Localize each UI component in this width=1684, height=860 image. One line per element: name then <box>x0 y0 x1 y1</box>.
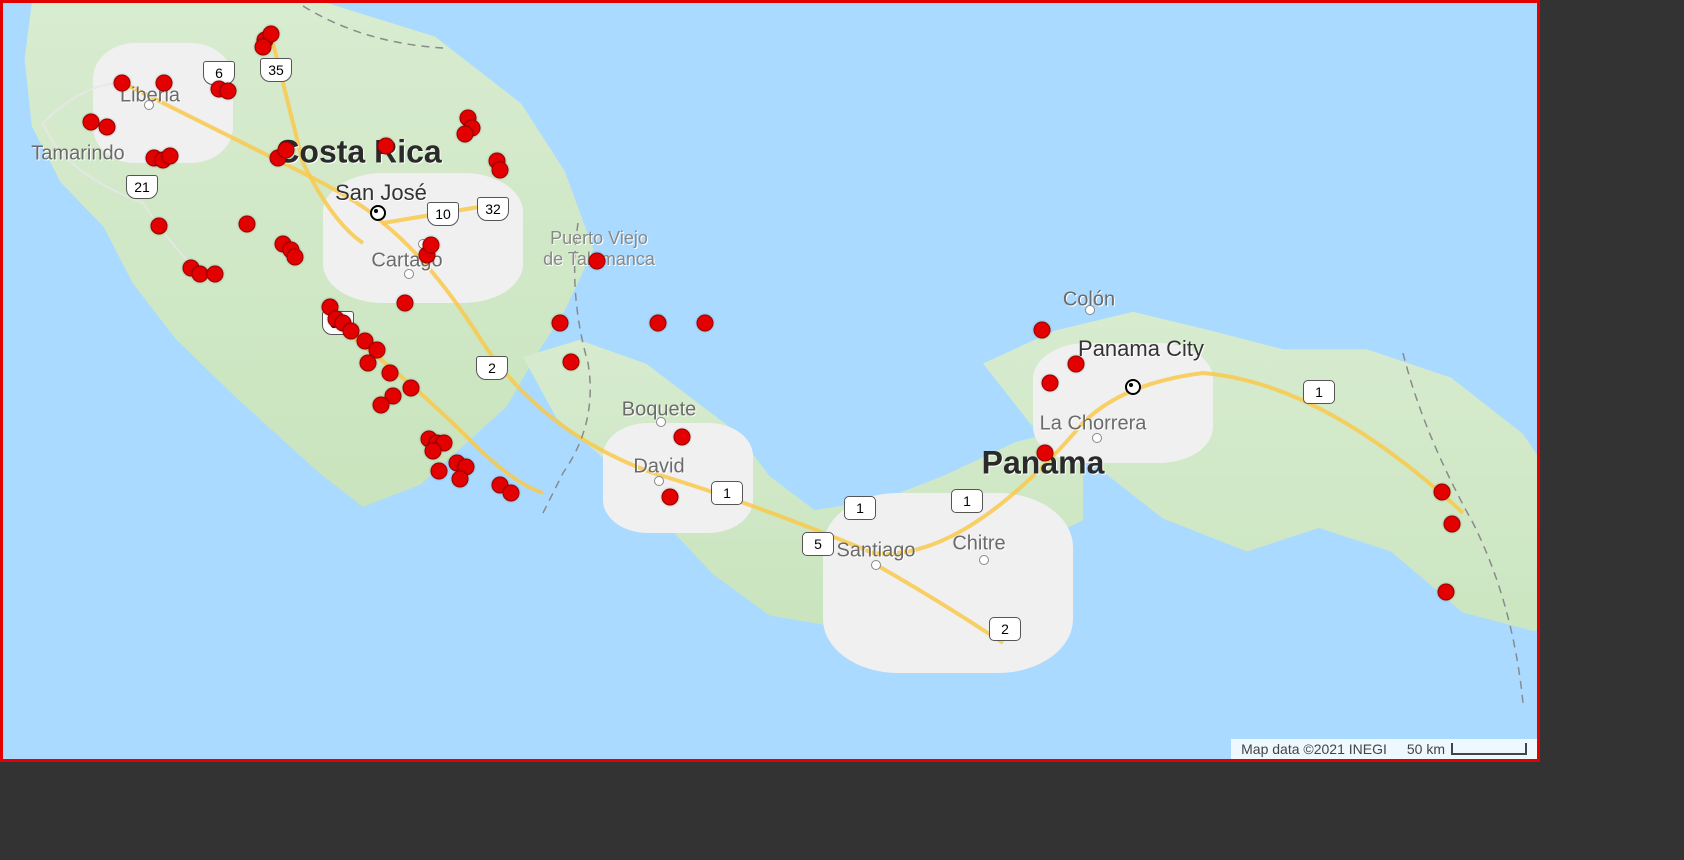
data-point[interactable] <box>162 148 179 165</box>
data-point[interactable] <box>452 471 469 488</box>
data-point[interactable] <box>403 380 420 397</box>
data-point[interactable] <box>492 162 509 179</box>
attribution-bar: Map data ©2021 INEGI 50 km <box>1231 739 1537 759</box>
place-label: Tamarindo <box>31 143 124 166</box>
data-point[interactable] <box>1434 484 1451 501</box>
data-point[interactable] <box>373 397 390 414</box>
data-point[interactable] <box>1034 322 1051 339</box>
data-point[interactable] <box>1438 584 1455 601</box>
route-shield: 1 <box>1303 380 1335 404</box>
town-marker[interactable] <box>404 269 414 279</box>
data-point[interactable] <box>220 83 237 100</box>
data-point[interactable] <box>83 114 100 131</box>
city-marker[interactable] <box>370 205 386 221</box>
route-shield: 35 <box>260 58 292 82</box>
data-point[interactable] <box>650 315 667 332</box>
data-point[interactable] <box>99 119 116 136</box>
city-label: San José <box>335 180 427 206</box>
town-marker[interactable] <box>871 560 881 570</box>
data-point[interactable] <box>423 237 440 254</box>
town-marker[interactable] <box>979 555 989 565</box>
city-marker[interactable] <box>1125 379 1141 395</box>
data-point[interactable] <box>207 266 224 283</box>
route-shield: 1 <box>951 489 983 513</box>
town-marker[interactable] <box>1092 433 1102 443</box>
data-point[interactable] <box>1444 516 1461 533</box>
data-point[interactable] <box>114 75 131 92</box>
place-label: La Chorrera <box>1040 413 1147 436</box>
data-point[interactable] <box>552 315 569 332</box>
data-point[interactable] <box>360 355 377 372</box>
route-shield: 2 <box>989 617 1021 641</box>
route-shield: 1 <box>711 481 743 505</box>
city-label: Panama City <box>1078 336 1204 362</box>
data-point[interactable] <box>697 315 714 332</box>
data-point[interactable] <box>151 218 168 235</box>
route-shield: 32 <box>477 197 509 221</box>
data-point[interactable] <box>503 485 520 502</box>
scale-bar: 50 km <box>1397 739 1537 759</box>
route-shield: 1 <box>844 496 876 520</box>
data-point[interactable] <box>156 75 173 92</box>
route-shield: 5 <box>802 532 834 556</box>
data-point[interactable] <box>674 429 691 446</box>
town-marker[interactable] <box>656 417 666 427</box>
data-point[interactable] <box>278 142 295 159</box>
data-point[interactable] <box>382 365 399 382</box>
route-shield: 2 <box>476 356 508 380</box>
scale-label: 50 km <box>1407 741 1445 757</box>
route-shield: 21 <box>126 175 158 199</box>
attribution-text[interactable]: Map data ©2021 INEGI <box>1231 739 1397 759</box>
scale-bar-line <box>1451 743 1527 755</box>
data-point[interactable] <box>255 39 272 56</box>
town-marker[interactable] <box>144 100 154 110</box>
data-point[interactable] <box>1068 356 1085 373</box>
urban-area <box>823 493 1073 673</box>
data-point[interactable] <box>378 138 395 155</box>
data-point[interactable] <box>239 216 256 233</box>
data-point[interactable] <box>457 126 474 143</box>
route-shield: 10 <box>427 202 459 226</box>
data-point[interactable] <box>425 443 442 460</box>
place-label: Chitre <box>952 533 1005 556</box>
data-point[interactable] <box>563 354 580 371</box>
data-point[interactable] <box>589 253 606 270</box>
town-marker[interactable] <box>1085 305 1095 315</box>
data-point[interactable] <box>1037 445 1054 462</box>
data-point[interactable] <box>662 489 679 506</box>
data-point[interactable] <box>287 249 304 266</box>
data-point[interactable] <box>1042 375 1059 392</box>
data-point[interactable] <box>397 295 414 312</box>
town-marker[interactable] <box>654 476 664 486</box>
country-label: Costa Rica <box>276 134 441 171</box>
map-frame[interactable]: Map data ©2021 INEGI 50 km Costa Rica Pan… <box>0 0 1540 762</box>
data-point[interactable] <box>431 463 448 480</box>
